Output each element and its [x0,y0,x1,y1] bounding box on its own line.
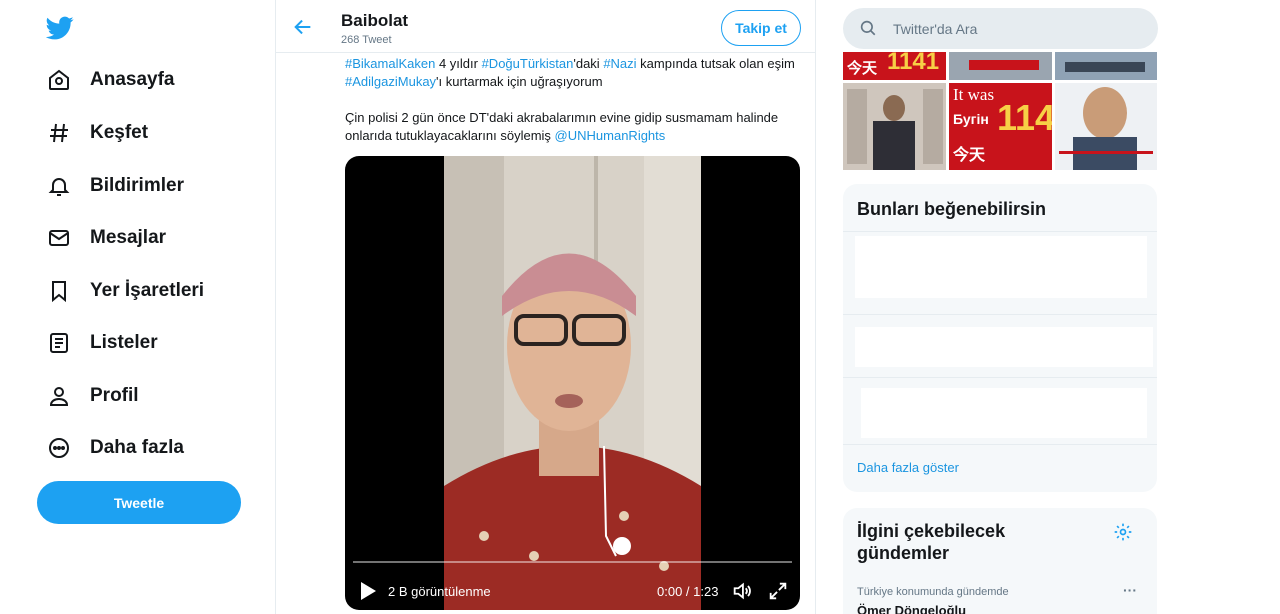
twitter-app: Anasayfa Keşfet Bildirimler Mesajlar Yer [0,0,1280,614]
list-icon [46,330,72,356]
video-time: 0:00 / 1:23 [657,584,719,599]
person-icon [46,383,72,409]
nav-item-label: Mesajlar [90,227,167,248]
suggested-user-row[interactable] [843,231,1157,298]
nav-item-lists[interactable]: Listeler [46,323,158,363]
nav-item-label: Yer İşaretleri [90,280,205,301]
nav-item-label: Bildirimler [90,175,184,196]
gear-icon[interactable] [1113,522,1133,542]
trends-title: İlgini çekebilecek gündemler [857,520,1005,564]
play-icon[interactable] [359,581,377,601]
mention-link[interactable]: @UNHumanRights [555,128,666,143]
profile-media-grid: 今天 1141 It was Бугін 1140 今天 [843,52,1157,170]
suggestions-title: Bunları beğenebilirsin [857,199,1047,219]
media-thumbnail[interactable]: It was Бугін 1140 今天 [949,83,1052,170]
back-arrow-icon[interactable] [292,16,314,38]
media-text: It was [953,85,995,104]
video-player[interactable]: 2 B görüntülenme 0:00 / 1:23 [345,156,800,610]
media-thumbnail[interactable] [1055,83,1157,170]
trend-name[interactable]: Ömer Döngeloğlu [857,603,966,614]
media-thumbnail[interactable]: 今天 1141 [843,52,946,80]
follow-button[interactable]: Takip et [721,10,801,46]
tweet-text: #BikamalKaken 4 yıldır #DoğuTürkistan'da… [345,55,805,163]
hashtag-link[interactable]: #AdilgaziMukay [345,74,436,89]
suggested-user-row[interactable] [843,377,1157,443]
nav-item-label: Profil [90,385,139,406]
more-circle-icon [46,435,72,461]
hashtag-icon [46,120,72,146]
media-text: 今天 [847,60,878,77]
nav-item-bookmarks[interactable]: Yer İşaretleri [46,271,204,311]
nav-item-label: Daha fazla [90,437,184,458]
tweet-text-segment: kampında tutsak olan eşim [636,56,795,71]
nav-item-home[interactable]: Anasayfa [46,60,175,100]
media-thumbnail[interactable] [1055,52,1157,80]
bookmark-icon [46,278,72,304]
nav-item-explore[interactable]: Keşfet [46,113,148,153]
tweet-button[interactable]: Tweetle [37,481,241,524]
twitter-bird-icon[interactable] [45,14,74,42]
search-input[interactable]: Twitter'da Ara [843,8,1158,49]
media-text: 1141 [887,52,940,75]
hashtag-link[interactable]: #Nazi [603,56,636,71]
suggestions-card: Bunları beğenebilirsin Daha fazla göster [843,184,1157,492]
trend-context: Türkiye konumunda gündemde [857,586,1009,598]
tweet-text-segment: 'daki [573,56,604,71]
trends-title-line: İlgini çekebilecek [857,521,1006,541]
bell-icon [46,173,72,199]
nav-item-profile[interactable]: Profil [46,376,139,416]
main-column: Baibolat 268 Tweet Takip et #BikamalKake… [275,0,816,614]
more-options-icon[interactable]: ··· [1123,582,1137,598]
divider [843,444,1157,445]
nav-item-notifications[interactable]: Bildirimler [46,166,184,206]
hashtag-link[interactable]: #BikamalKaken [345,56,435,71]
hashtag-link[interactable]: #DoğuTürkistan [482,56,574,71]
mail-icon [46,225,72,251]
media-text: Бугін [953,111,989,127]
profile-header: Baibolat 268 Tweet Takip et [276,0,815,53]
suggested-user-placeholder [855,236,1147,298]
tweet-text-segment: 'ı kurtarmak için uğraşıyorum [436,74,603,89]
media-text: 今天 [953,147,986,164]
nav-item-messages[interactable]: Mesajlar [46,218,166,258]
right-sidebar: Twitter'da Ara 今天 1141 It was Бугін 114 … [816,0,1280,614]
volume-icon[interactable] [731,580,753,602]
suggested-user-placeholder [861,388,1147,438]
tweet-count: 268 Tweet [341,34,392,46]
search-placeholder: Twitter'da Ara [893,21,978,37]
video-view-count: 2 B görüntülenme [388,584,491,599]
tweet-paragraph: #BikamalKaken 4 yıldır #DoğuTürkistan'da… [345,55,805,91]
trends-title-line: gündemler [857,543,950,563]
suggested-user-placeholder [855,327,1153,367]
fullscreen-icon[interactable] [767,580,789,602]
media-thumbnail[interactable] [949,52,1052,80]
suggested-user-row[interactable] [843,314,1157,376]
trends-card: İlgini çekebilecek gündemler Türkiye kon… [843,508,1157,614]
media-thumbnail[interactable] [843,83,946,170]
video-progress-bar[interactable] [353,561,792,563]
nav-item-label: Listeler [90,332,158,353]
nav-item-label: Anasayfa [90,69,175,90]
show-more-link[interactable]: Daha fazla göster [857,460,959,475]
media-text: 1140 [997,97,1052,138]
nav-item-more[interactable]: Daha fazla [46,428,184,468]
nav-item-label: Keşfet [90,122,149,143]
tweet-text-segment: 4 yıldır [435,56,482,71]
profile-name: Baibolat [341,11,409,30]
home-icon [46,67,72,93]
left-navigation: Anasayfa Keşfet Bildirimler Mesajlar Yer [0,0,275,614]
video-frame [444,156,701,610]
search-icon [859,19,877,37]
tweet-paragraph: Çin polisi 2 gün önce DT'daki akrabaları… [345,109,805,145]
